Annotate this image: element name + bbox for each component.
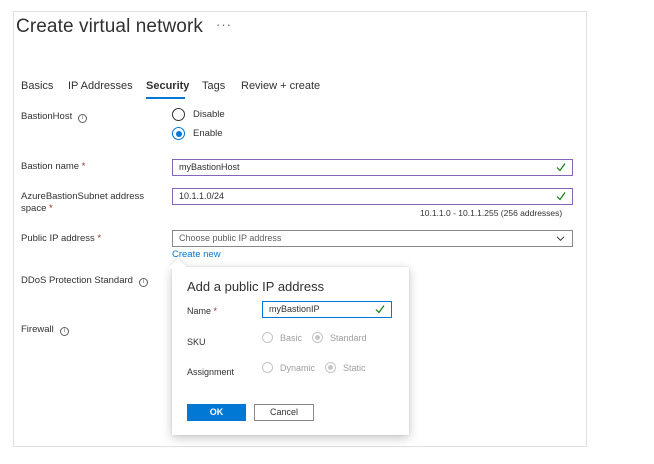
radio-label: Static: [343, 362, 366, 373]
more-options-icon[interactable]: ···: [216, 17, 232, 32]
assignment-dynamic-radio[interactable]: [262, 362, 273, 373]
add-public-ip-callout: Add a public IP address Name * myBastion…: [172, 267, 409, 435]
tab-security[interactable]: Security: [146, 80, 189, 92]
valid-check-icon: [375, 305, 385, 314]
assignment-static-radio[interactable]: [325, 362, 337, 373]
radio-label: Enable: [193, 128, 223, 139]
tab-ip-addresses[interactable]: IP Addresses: [68, 80, 133, 92]
valid-check-icon: [556, 192, 566, 201]
assignment-radio-group: Dynamic Static: [262, 362, 366, 373]
sku-standard-radio[interactable]: [312, 332, 324, 343]
subnet-address-input[interactable]: 10.1.1.0/24: [172, 188, 573, 205]
tab-basics[interactable]: Basics: [21, 80, 53, 92]
bastion-name-input[interactable]: myBastionHost: [172, 159, 573, 176]
public-ip-dropdown[interactable]: Choose public IP address: [172, 230, 573, 247]
radio-enable[interactable]: Enable: [172, 127, 223, 140]
tab-tags[interactable]: Tags: [202, 80, 225, 92]
tab-review-create[interactable]: Review + create: [241, 80, 320, 92]
cancel-button[interactable]: Cancel: [254, 404, 314, 421]
ddos-label: DDoS Protection Standard i: [21, 275, 148, 287]
info-icon[interactable]: i: [59, 327, 69, 336]
radio-label: Basic: [280, 332, 303, 343]
bastion-host-label: BastionHost i: [21, 111, 88, 123]
active-tab-indicator: [146, 97, 185, 99]
radio-disable[interactable]: Disable: [172, 108, 225, 121]
bastion-name-label: Bastion name *: [21, 161, 86, 172]
radio-button[interactable]: [172, 108, 185, 121]
callout-name-input[interactable]: myBastionIP: [262, 301, 392, 318]
radio-button-selected[interactable]: [172, 127, 185, 140]
info-icon[interactable]: i: [138, 278, 148, 287]
subnet-range-hint: 10.1.1.0 - 10.1.1.255 (256 addresses): [420, 208, 563, 218]
radio-label: Dynamic: [280, 362, 316, 373]
sku-basic-radio[interactable]: [262, 332, 273, 343]
chevron-down-icon: [556, 236, 565, 242]
subnet-address-label: AzureBastionSubnet address space *: [21, 191, 145, 214]
public-ip-label: Public IP address *: [21, 233, 102, 244]
radio-label: Disable: [193, 109, 225, 120]
ok-button[interactable]: OK: [187, 404, 246, 421]
sku-label: SKU: [187, 337, 206, 347]
callout-name-label: Name *: [187, 306, 218, 316]
assignment-label: Assignment: [187, 367, 235, 377]
firewall-label: Firewall i: [21, 324, 69, 336]
page-title: Create virtual network: [16, 16, 203, 37]
radio-label: Standard: [330, 332, 367, 343]
callout-title: Add a public IP address: [187, 279, 325, 294]
sku-radio-group: Basic Standard: [262, 332, 367, 343]
valid-check-icon: [556, 163, 566, 172]
info-icon[interactable]: i: [78, 114, 88, 123]
create-new-link[interactable]: Create new: [172, 249, 221, 260]
